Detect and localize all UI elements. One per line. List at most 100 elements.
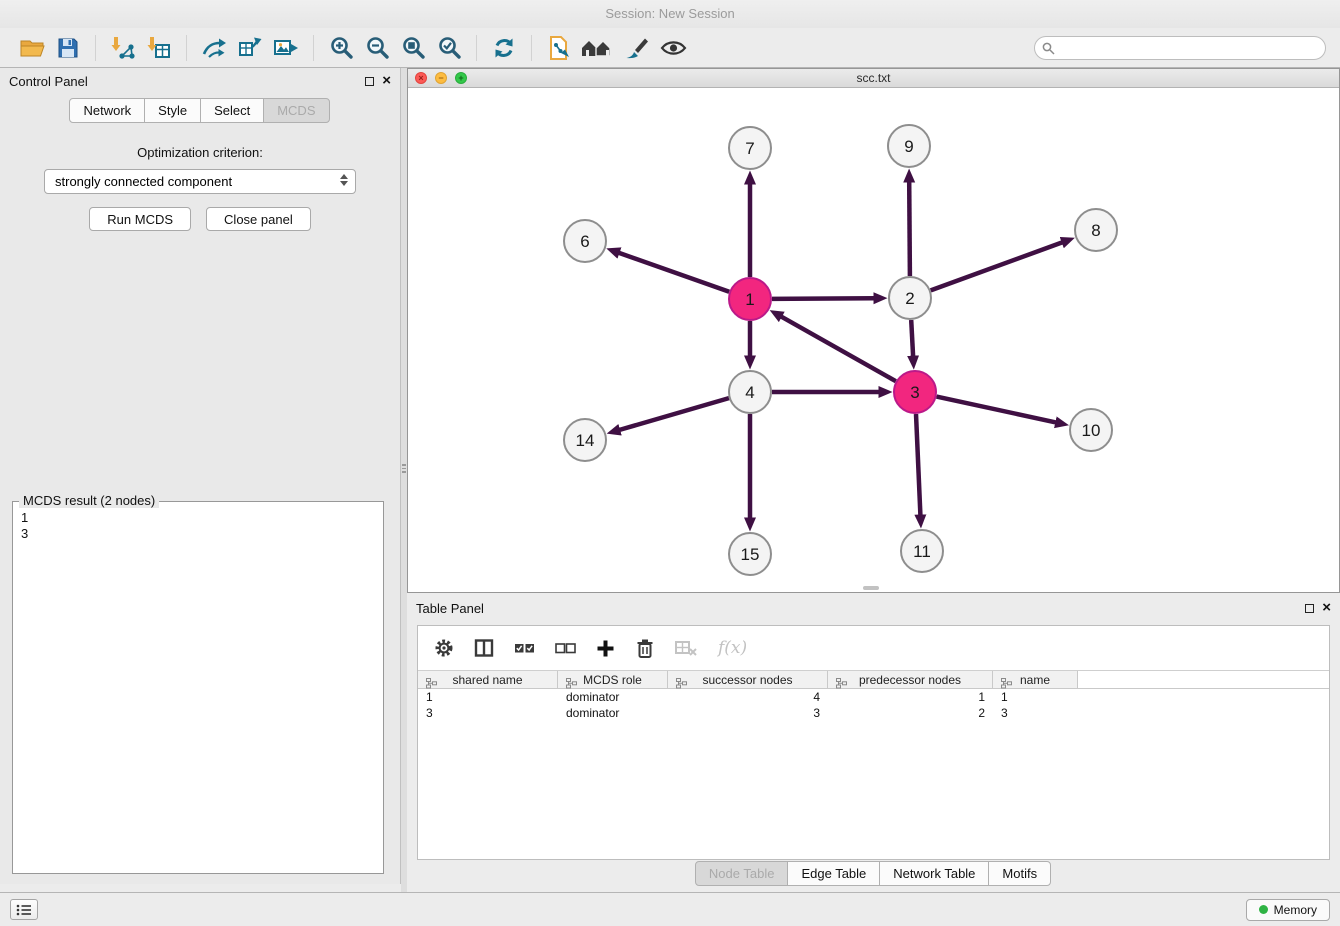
- float-table-panel-icon[interactable]: [1305, 604, 1314, 613]
- toolbar-separator: [186, 35, 187, 61]
- horizontal-scrollbar-thumb[interactable]: [863, 586, 879, 590]
- new-network-button[interactable]: [196, 32, 232, 64]
- table-row[interactable]: 3dominator323: [418, 705, 1329, 721]
- window-close-icon[interactable]: ×: [415, 72, 427, 84]
- save-session-button[interactable]: [50, 32, 86, 64]
- close-table-panel-icon[interactable]: ×: [1322, 602, 1331, 614]
- zoom-selected-button[interactable]: [431, 32, 467, 64]
- paint-style-button[interactable]: [619, 32, 655, 64]
- run-mcds-button[interactable]: Run MCDS: [89, 207, 191, 231]
- deselect-all-button[interactable]: [555, 639, 576, 657]
- optimization-criterion-label: Optimization criterion:: [0, 145, 400, 160]
- table-cell[interactable]: 2: [828, 705, 993, 721]
- tab-select[interactable]: Select: [200, 98, 264, 123]
- window-minimize-icon[interactable]: −: [435, 72, 447, 84]
- tab-network[interactable]: Network: [69, 98, 145, 123]
- import-table-button[interactable]: [141, 32, 177, 64]
- graph-edge-4-14[interactable]: [620, 398, 729, 430]
- graph-node-label: 7: [745, 139, 754, 158]
- graph-edge-3-11[interactable]: [916, 414, 920, 515]
- table-cell[interactable]: 4: [668, 689, 828, 705]
- search-input[interactable]: [1034, 36, 1326, 60]
- show-hide-button[interactable]: [655, 32, 691, 64]
- graph-edge-2-8[interactable]: [931, 242, 1062, 290]
- graph-node-4[interactable]: 4: [729, 371, 771, 413]
- refresh-button[interactable]: [486, 32, 522, 64]
- close-panel-button[interactable]: Close panel: [206, 207, 311, 231]
- table-cell[interactable]: dominator: [558, 705, 668, 721]
- network-file-title: scc.txt: [856, 71, 890, 85]
- task-history-button[interactable]: [10, 899, 38, 920]
- float-panel-icon[interactable]: [365, 77, 374, 86]
- graph-edge-1-2[interactable]: [772, 298, 874, 299]
- graph-node-11[interactable]: 11: [901, 530, 943, 572]
- show-columns-button[interactable]: [474, 638, 494, 658]
- graph-node-9[interactable]: 9: [888, 125, 930, 167]
- network-window-titlebar: × − + scc.txt: [408, 69, 1339, 88]
- zoom-fit-button[interactable]: [395, 32, 431, 64]
- tab-node-table[interactable]: Node Table: [695, 861, 789, 886]
- window-zoom-icon[interactable]: +: [455, 72, 467, 84]
- graph-node-8[interactable]: 8: [1075, 209, 1117, 251]
- column-header-predecessor-nodes[interactable]: predecessor nodes: [828, 671, 993, 688]
- graph-node-7[interactable]: 7: [729, 127, 771, 169]
- table-settings-button[interactable]: [434, 638, 454, 658]
- graph-node-3[interactable]: 3: [894, 371, 936, 413]
- table-cell[interactable]: 1: [418, 689, 558, 705]
- close-panel-icon[interactable]: ×: [382, 75, 391, 87]
- open-file-button[interactable]: [14, 32, 50, 64]
- export-image-button[interactable]: [268, 32, 304, 64]
- graph-node-label: 6: [580, 232, 589, 251]
- delete-column-button[interactable]: [635, 638, 655, 659]
- splitter-grip-icon: [402, 464, 406, 475]
- mcds-result-content[interactable]: 1 3: [13, 502, 383, 550]
- table-row[interactable]: 1dominator411: [418, 689, 1329, 705]
- home-button[interactable]: [577, 32, 619, 64]
- criterion-value: strongly connected component: [55, 174, 232, 189]
- network-report-button[interactable]: [541, 32, 577, 64]
- network-canvas[interactable]: 7 9 6 8 1 2 4 3 14 10 15 11: [408, 88, 1339, 592]
- memory-status-icon: [1259, 905, 1268, 914]
- memory-button[interactable]: Memory: [1246, 899, 1330, 921]
- graph-node-15[interactable]: 15: [729, 533, 771, 575]
- function-builder-button[interactable]: f(x): [718, 638, 747, 658]
- criterion-dropdown[interactable]: strongly connected component: [44, 169, 356, 194]
- column-header-successor-nodes[interactable]: successor nodes: [668, 671, 828, 688]
- import-table-icon: [146, 35, 172, 61]
- clone-network-button[interactable]: [232, 32, 268, 64]
- tab-style[interactable]: Style: [144, 98, 201, 123]
- tab-motifs[interactable]: Motifs: [988, 861, 1051, 886]
- graph-edge-1-6[interactable]: [619, 253, 729, 292]
- table-cell[interactable]: 1: [828, 689, 993, 705]
- graph-node-6[interactable]: 6: [564, 220, 606, 262]
- column-header-MCDS-role[interactable]: MCDS role: [558, 671, 668, 688]
- graph-node-10[interactable]: 10: [1070, 409, 1112, 451]
- table-cell[interactable]: 3: [418, 705, 558, 721]
- zoom-out-button[interactable]: [359, 32, 395, 64]
- graph-edge-2-3[interactable]: [911, 320, 913, 356]
- add-column-button[interactable]: [596, 639, 615, 658]
- graph-node-14[interactable]: 14: [564, 419, 606, 461]
- deselect-all-icon: [555, 639, 576, 657]
- graph-node-1[interactable]: 1: [729, 278, 771, 320]
- gear-icon: [434, 638, 454, 658]
- import-network-button[interactable]: [105, 32, 141, 64]
- delete-table-button[interactable]: [675, 639, 698, 657]
- zoom-in-button[interactable]: [323, 32, 359, 64]
- column-header-name[interactable]: name: [993, 671, 1078, 688]
- graph-edge-3-10[interactable]: [937, 397, 1056, 423]
- tab-edge-table[interactable]: Edge Table: [787, 861, 880, 886]
- graph-edge-2-9[interactable]: [909, 182, 910, 276]
- table-cell[interactable]: 3: [993, 705, 1078, 721]
- tab-network-table[interactable]: Network Table: [879, 861, 989, 886]
- select-all-button[interactable]: [514, 639, 535, 657]
- table-cell[interactable]: 1: [993, 689, 1078, 705]
- table-cell[interactable]: dominator: [558, 689, 668, 705]
- column-header-shared-name[interactable]: shared name: [418, 671, 558, 688]
- tab-mcds[interactable]: MCDS: [263, 98, 329, 123]
- graph-node-label: 14: [576, 431, 595, 450]
- graph-node-2[interactable]: 2: [889, 277, 931, 319]
- table-cell[interactable]: 3: [668, 705, 828, 721]
- toolbar-separator: [476, 35, 477, 61]
- graph-edge-3-1[interactable]: [781, 317, 895, 382]
